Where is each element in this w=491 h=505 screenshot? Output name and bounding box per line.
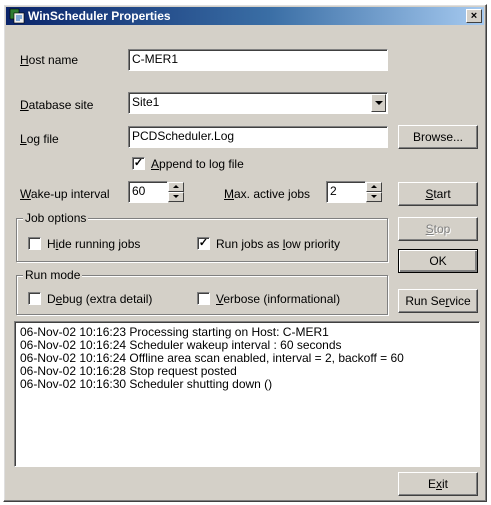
debug-checkbox[interactable] xyxy=(28,292,41,305)
hide-running-jobs-label: Hide running jobs xyxy=(47,237,141,251)
wakeup-interval-label: Wake-up interval xyxy=(20,187,110,201)
append-log-label: Append to log file xyxy=(151,157,244,171)
max-active-jobs-label: Max. active jobs xyxy=(224,187,311,201)
verbose-checkbox[interactable] xyxy=(197,292,210,305)
start-button[interactable]: Start xyxy=(398,182,478,206)
verbose-label: Verbose (informational) xyxy=(216,292,341,306)
log-line: 06-Nov-02 10:16:30 Scheduler shutting do… xyxy=(20,377,273,391)
properties-dialog: WinScheduler Properties × Host name C-ME… xyxy=(3,4,487,502)
low-priority-checkbox[interactable]: ✓ xyxy=(197,237,210,250)
browse-button[interactable]: Browse... xyxy=(398,125,478,149)
debug-label: Debug (extra detail) xyxy=(47,292,153,306)
spin-up-icon[interactable] xyxy=(168,182,184,192)
job-options-group: Job options Hide running jobs ✓ Run jobs… xyxy=(16,211,388,262)
spin-up-icon[interactable] xyxy=(366,182,382,192)
hide-running-jobs-checkbox[interactable] xyxy=(28,237,41,250)
low-priority-label: Run jobs as low priority xyxy=(216,237,341,251)
log-output[interactable]: 06-Nov-02 10:16:23 Processing starting o… xyxy=(14,321,480,467)
run-service-button[interactable]: Run Service xyxy=(398,289,478,313)
spin-down-icon[interactable] xyxy=(168,192,184,202)
ok-button[interactable]: OK xyxy=(398,249,478,273)
spin-down-icon[interactable] xyxy=(366,192,382,202)
host-name-input[interactable]: C-MER1 xyxy=(128,49,388,71)
database-site-select[interactable]: Site1 xyxy=(128,92,388,114)
job-options-title: Job options xyxy=(23,211,89,225)
exit-button[interactable]: Exit xyxy=(398,472,478,496)
chevron-down-icon[interactable] xyxy=(371,94,386,112)
stop-button[interactable]: Stop xyxy=(398,217,478,241)
max-jobs-spinner[interactable] xyxy=(366,182,382,202)
run-mode-title: Run mode xyxy=(23,268,83,282)
append-log-checkbox[interactable]: ✓ xyxy=(132,157,145,170)
database-site-label: Database site xyxy=(20,98,94,112)
window-title: WinScheduler Properties xyxy=(28,9,171,23)
log-file-label: Log file xyxy=(20,132,59,146)
run-mode-group: Run mode Debug (extra detail) Verbose (i… xyxy=(16,268,388,315)
close-icon[interactable]: × xyxy=(466,9,482,23)
log-file-input[interactable]: PCDScheduler.Log xyxy=(128,126,388,148)
wakeup-interval-input[interactable]: 60 xyxy=(128,181,168,203)
title-bar[interactable]: WinScheduler Properties × xyxy=(6,7,484,25)
scheduler-app-icon xyxy=(9,8,25,24)
host-name-label: Host name xyxy=(20,53,79,67)
wakeup-spinner[interactable] xyxy=(168,182,184,202)
max-active-jobs-input[interactable]: 2 xyxy=(326,181,366,203)
